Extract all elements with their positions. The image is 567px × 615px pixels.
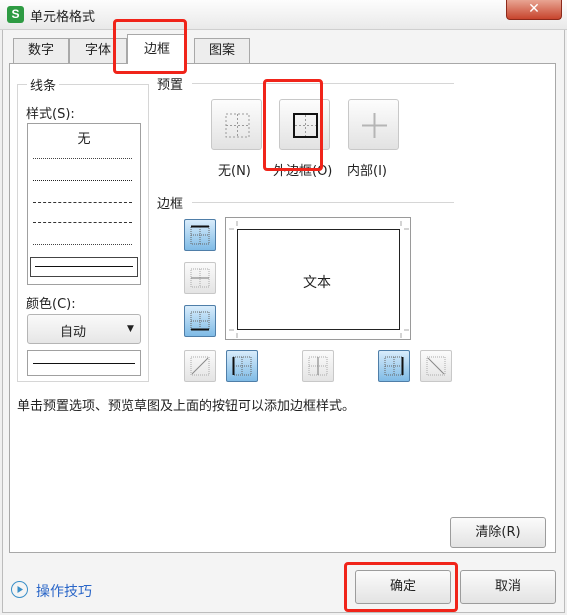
preset-none-label[interactable]: 无(N) xyxy=(218,160,251,179)
preset-inside-label[interactable]: 内部(I) xyxy=(347,160,387,179)
left-border-button[interactable] xyxy=(226,350,258,382)
color-value: 自动 xyxy=(60,325,87,340)
diagonal-down-border-icon xyxy=(426,356,446,376)
tab-pattern[interactable]: 图案 xyxy=(194,38,250,63)
diagonal-down-border-button[interactable] xyxy=(420,350,452,382)
line-preview xyxy=(27,350,141,376)
play-icon xyxy=(17,586,23,593)
inside-border-icon xyxy=(362,113,387,138)
bottom-border-button[interactable] xyxy=(184,305,216,337)
color-dropdown[interactable]: 自动 ▼ xyxy=(27,314,141,344)
outline-border-icon xyxy=(293,113,318,138)
vertical-inside-border-button[interactable] xyxy=(302,350,334,382)
title-bar: S 单元格格式 ✕ xyxy=(0,0,567,30)
tab-border[interactable]: 边框 xyxy=(127,34,187,64)
right-border-icon xyxy=(384,356,404,376)
operation-tips-link[interactable]: 操作技巧 xyxy=(36,581,92,601)
chevron-down-icon: ▼ xyxy=(127,324,134,334)
border-divider xyxy=(192,202,454,203)
preview-text: 文本 xyxy=(303,275,331,291)
clear-button[interactable]: 清除(R) xyxy=(450,517,546,548)
hint-text: 单击预置选项、预览草图及上面的按钮可以添加边框样式。 xyxy=(17,399,356,414)
no-border-icon xyxy=(225,113,250,138)
presets-section-label: 预置 xyxy=(157,78,184,93)
presets-divider xyxy=(192,83,454,84)
line-preview-sample xyxy=(33,363,135,364)
tab-number[interactable]: 数字 xyxy=(13,38,69,63)
preset-inside-button[interactable] xyxy=(348,99,399,150)
border-section-label: 边框 xyxy=(157,197,184,212)
preset-outline-button[interactable] xyxy=(279,99,330,150)
preset-outline-label[interactable]: 外边框(O) xyxy=(273,160,332,179)
line-group-legend: 线条 xyxy=(27,75,60,94)
style-option-hair[interactable] xyxy=(33,244,132,245)
style-option-dotted-dense[interactable] xyxy=(33,180,132,181)
top-border-icon xyxy=(190,225,210,245)
dialog-title: 单元格格式 xyxy=(30,10,96,25)
tab-font[interactable]: 字体 xyxy=(69,38,127,63)
right-border-button[interactable] xyxy=(378,350,410,382)
border-preview[interactable]: 文本 xyxy=(225,217,411,340)
top-border-button[interactable] xyxy=(184,219,216,251)
line-style-list[interactable]: 无 xyxy=(27,123,141,285)
cancel-button[interactable]: 取消 xyxy=(460,570,556,604)
ok-button[interactable]: 确定 xyxy=(355,570,451,604)
diagonal-up-border-button[interactable] xyxy=(184,350,216,382)
app-logo-icon: S xyxy=(7,6,24,23)
style-option-dash-dot[interactable] xyxy=(33,202,132,203)
style-label: 样式(S): xyxy=(26,107,75,122)
diagonal-up-border-icon xyxy=(190,356,210,376)
color-label: 颜色(C): xyxy=(26,297,76,312)
horizontal-inside-border-icon xyxy=(190,268,210,288)
left-border-icon xyxy=(232,356,252,376)
vertical-inside-border-icon xyxy=(308,356,328,376)
close-button[interactable]: ✕ xyxy=(506,0,562,20)
preset-none-button[interactable] xyxy=(211,99,262,150)
style-option-dotted[interactable] xyxy=(33,158,132,159)
bottom-border-icon xyxy=(190,311,210,331)
thin-line-sample xyxy=(35,266,133,267)
play-circle-icon xyxy=(11,581,28,598)
style-option-dash-dot-dot[interactable] xyxy=(33,222,132,223)
style-option-thin-selected[interactable] xyxy=(30,257,138,277)
style-none-option[interactable]: 无 xyxy=(28,128,140,147)
horizontal-inside-border-button[interactable] xyxy=(184,262,216,294)
